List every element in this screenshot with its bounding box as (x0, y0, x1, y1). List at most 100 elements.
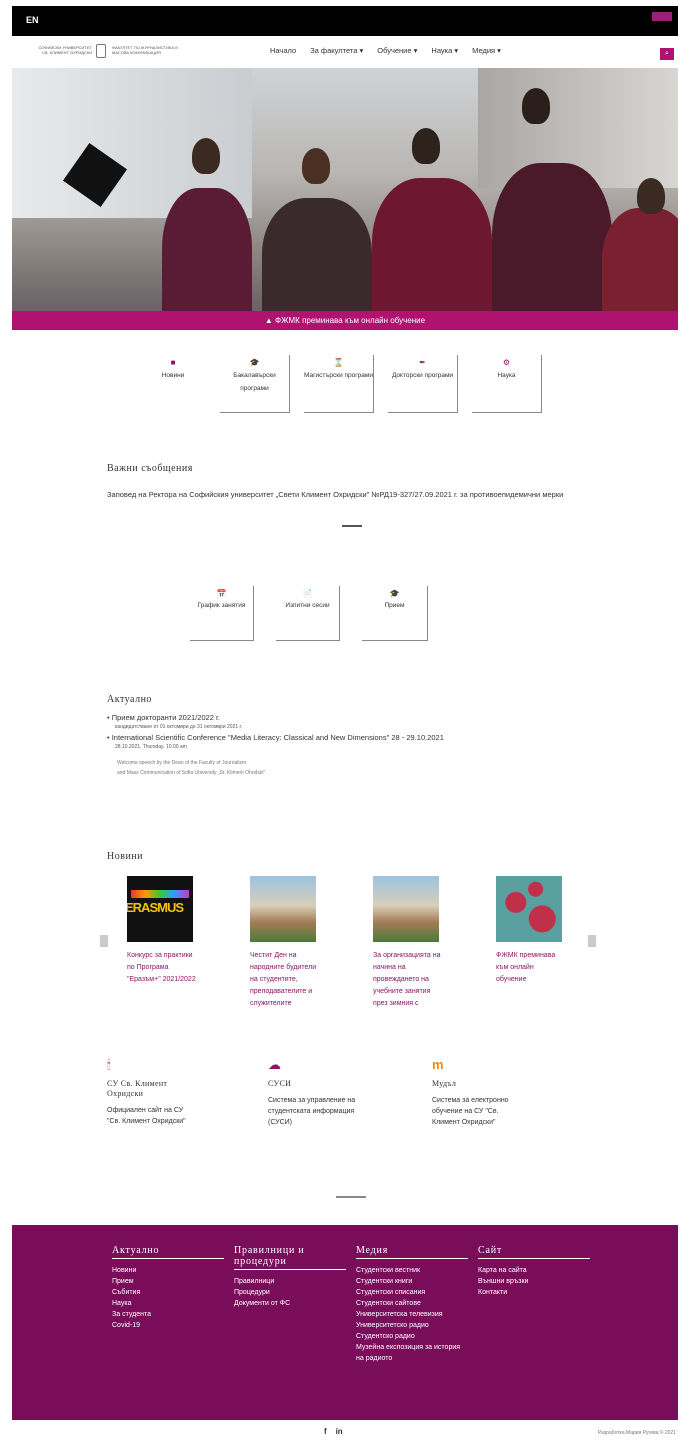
quick-link-label: Бакалавърски програми (233, 372, 276, 392)
news-caption[interactable]: ФЖМК преминава към онлайн обучение (496, 950, 566, 986)
footer-col-rules: Правилници и процедури Правилници Процед… (234, 1245, 346, 1309)
quick-link-news[interactable]: ■ Новини (140, 355, 206, 413)
quick-link-label: Магистърски програми (304, 372, 373, 379)
footer-col-site: Сайт Карта на сайта Външни връзки Контак… (478, 1245, 590, 1298)
footer-link[interactable]: Контакти (478, 1287, 590, 1298)
link-desc: Система за управление на студентската ин… (268, 1097, 356, 1126)
footer-link[interactable]: Събития (112, 1287, 224, 1298)
candle-icon: 🕯 (107, 1057, 111, 1072)
nav-education[interactable]: Обучение ▾ (377, 46, 417, 55)
news-row: ERASMUS Конкурс за практики по Програма … (107, 876, 587, 1016)
footer-col-actual: Актуално Новини Прием Събития Наука За с… (112, 1245, 224, 1331)
important-text[interactable]: Заповед на Ректора на Софийския универси… (107, 489, 567, 501)
footer-link[interactable]: Университетско радио (356, 1320, 468, 1331)
list-item[interactable]: • Прием докторанти 2021/2022 г. (107, 712, 607, 723)
news-thumbnail[interactable]: ERASMUS (127, 876, 193, 942)
quick-link-exams[interactable]: 📄 Изпитни сесии (276, 586, 340, 641)
quick-link-bachelor[interactable]: 🎓 Бакалавърски програми (220, 355, 290, 413)
university-logo[interactable]: СОФИЙСКИ УНИВЕРСИТЕТ СВ. КЛИМЕНТ ОХРИДСК… (32, 44, 182, 60)
footer-col-title: Правилници и процедури (234, 1245, 346, 1270)
footer-link[interactable]: Външни връзки (478, 1276, 590, 1287)
arrow-right-icon[interactable] (588, 935, 596, 947)
footer-link[interactable]: Студентски сайтове (356, 1298, 468, 1309)
hero-image (12, 68, 678, 330)
footer-link[interactable]: За студента (112, 1309, 224, 1320)
news-card[interactable]: За организацията на начина на провеждане… (373, 876, 443, 1010)
link-title[interactable]: СУСИ (268, 1079, 358, 1089)
footer-col-title: Сайт (478, 1245, 590, 1259)
footer-link[interactable]: Карта на сайта (478, 1265, 590, 1276)
quick-link-admission[interactable]: 🎓 Прием (362, 586, 428, 641)
quick-link-label: Новини (161, 372, 185, 379)
logo-text-left: СОФИЙСКИ УНИВЕРСИТЕТ СВ. КЛИМЕНТ ОХРИДСК… (38, 45, 93, 55)
footer-link[interactable]: Документи от ФС (234, 1298, 346, 1309)
quick-link-master[interactable]: ⌛ Магистърски програми (304, 355, 374, 413)
footer-link[interactable]: Covid-19 (112, 1320, 224, 1331)
footer-link[interactable]: Студентски списания (356, 1287, 468, 1298)
cloud-icon: ☁ (268, 1057, 281, 1072)
news-caption[interactable]: Честит Ден на народните будители на студ… (250, 950, 320, 1010)
quick-link-label: Изпитни сесии (285, 602, 330, 609)
link-desc: Система за електронно обучение на СУ "Св… (432, 1097, 509, 1126)
actual-list: • Прием докторанти 2021/2022 г. кандидат… (107, 712, 607, 778)
news-card[interactable]: Честит Ден на народните будители на студ… (250, 876, 320, 1010)
link-susi[interactable]: ☁ СУСИ Система за управление на студентс… (268, 1057, 358, 1128)
footer-link[interactable]: Наука (112, 1298, 224, 1309)
quick-link-science[interactable]: ⚙ Наука (472, 355, 542, 413)
footer-link[interactable]: Процедури (234, 1287, 346, 1298)
footer-link[interactable]: Студентски книги (356, 1276, 468, 1287)
nav-home[interactable]: Начало (270, 46, 296, 55)
linkedin-icon[interactable]: in (336, 1427, 343, 1436)
slider-dots[interactable] (342, 525, 362, 527)
nav-science[interactable]: Наука ▾ (431, 46, 458, 55)
news-card[interactable]: ERASMUS Конкурс за практики по Програма … (127, 876, 197, 986)
graduation-cap-icon: 🎓 (389, 589, 400, 598)
facebook-icon[interactable]: f (324, 1427, 327, 1436)
quick-link-schedule[interactable]: 📅 График занятия (190, 586, 254, 641)
main-nav: Начало За факултета ▾ Обучение ▾ Наука ▾… (270, 46, 501, 55)
crest-icon (96, 44, 106, 58)
footer-col-title: Медия (356, 1245, 468, 1259)
flag-icon[interactable] (652, 12, 672, 21)
quick-link-doctoral[interactable]: ✒ Докторски програми (388, 355, 458, 413)
footer-link[interactable]: Студентско радио (356, 1331, 468, 1342)
slider-dots[interactable] (336, 1196, 366, 1198)
link-sofia-university[interactable]: 🕯 СУ Св. Климент Охридски Официален сайт… (107, 1057, 197, 1127)
news-thumbnail[interactable] (496, 876, 562, 942)
nav-about[interactable]: За факултета ▾ (310, 46, 363, 55)
link-title[interactable]: Мудъл (432, 1079, 522, 1089)
footer-link[interactable]: Правилници (234, 1276, 346, 1287)
calendar-icon: 📅 (216, 589, 227, 598)
list-item-desc: Welcome speech by the Dean of the Facult… (117, 760, 266, 776)
feather-icon: ✒ (419, 358, 426, 367)
news-thumbnail[interactable] (373, 876, 439, 942)
footer-link[interactable]: Университетска телевизия (356, 1309, 468, 1320)
search-icon[interactable]: ⌕ (660, 48, 674, 60)
footer-link[interactable]: Прием (112, 1276, 224, 1287)
graduation-cap-icon: 🎓 (249, 358, 260, 367)
footer-link[interactable]: Музейна експозиция за история на радиото (356, 1342, 468, 1364)
important-title: Важни съобщения (107, 463, 193, 474)
announcement-banner[interactable]: ▲ ФЖМК преминава към онлайн обучение (12, 311, 678, 330)
news-card[interactable]: ФЖМК преминава към онлайн обучение (496, 876, 566, 986)
news-caption[interactable]: Конкурс за практики по Програма "Еразъм+… (127, 950, 197, 986)
quick-link-label: Прием (384, 602, 405, 609)
footer-link[interactable]: Новини (112, 1265, 224, 1276)
news-thumbnail[interactable] (250, 876, 316, 942)
link-title[interactable]: СУ Св. Климент Охридски (107, 1079, 197, 1099)
link-moodle[interactable]: m Мудъл Система за електронно обучение н… (432, 1057, 522, 1128)
top-bar: EN (12, 6, 678, 36)
list-item[interactable]: • International Scientific Conference "M… (107, 732, 607, 743)
news-title: Новини (107, 851, 143, 862)
footer-link[interactable]: Студентски вестник (356, 1265, 468, 1276)
gear-icon: ⚙ (502, 358, 511, 367)
nav-media[interactable]: Медия ▾ (472, 46, 501, 55)
hourglass-icon: ⌛ (333, 358, 344, 367)
language-switch[interactable]: EN (26, 15, 39, 25)
footer-col-title: Актуално (112, 1245, 224, 1259)
quick-link-label: График занятия (197, 602, 246, 609)
moodle-icon: m (432, 1057, 444, 1072)
news-caption[interactable]: За организацията на начина на провеждане… (373, 950, 443, 1010)
copyright: Разработка Мария Ругева © 2021 (597, 1430, 676, 1436)
document-icon: 📄 (302, 589, 313, 598)
